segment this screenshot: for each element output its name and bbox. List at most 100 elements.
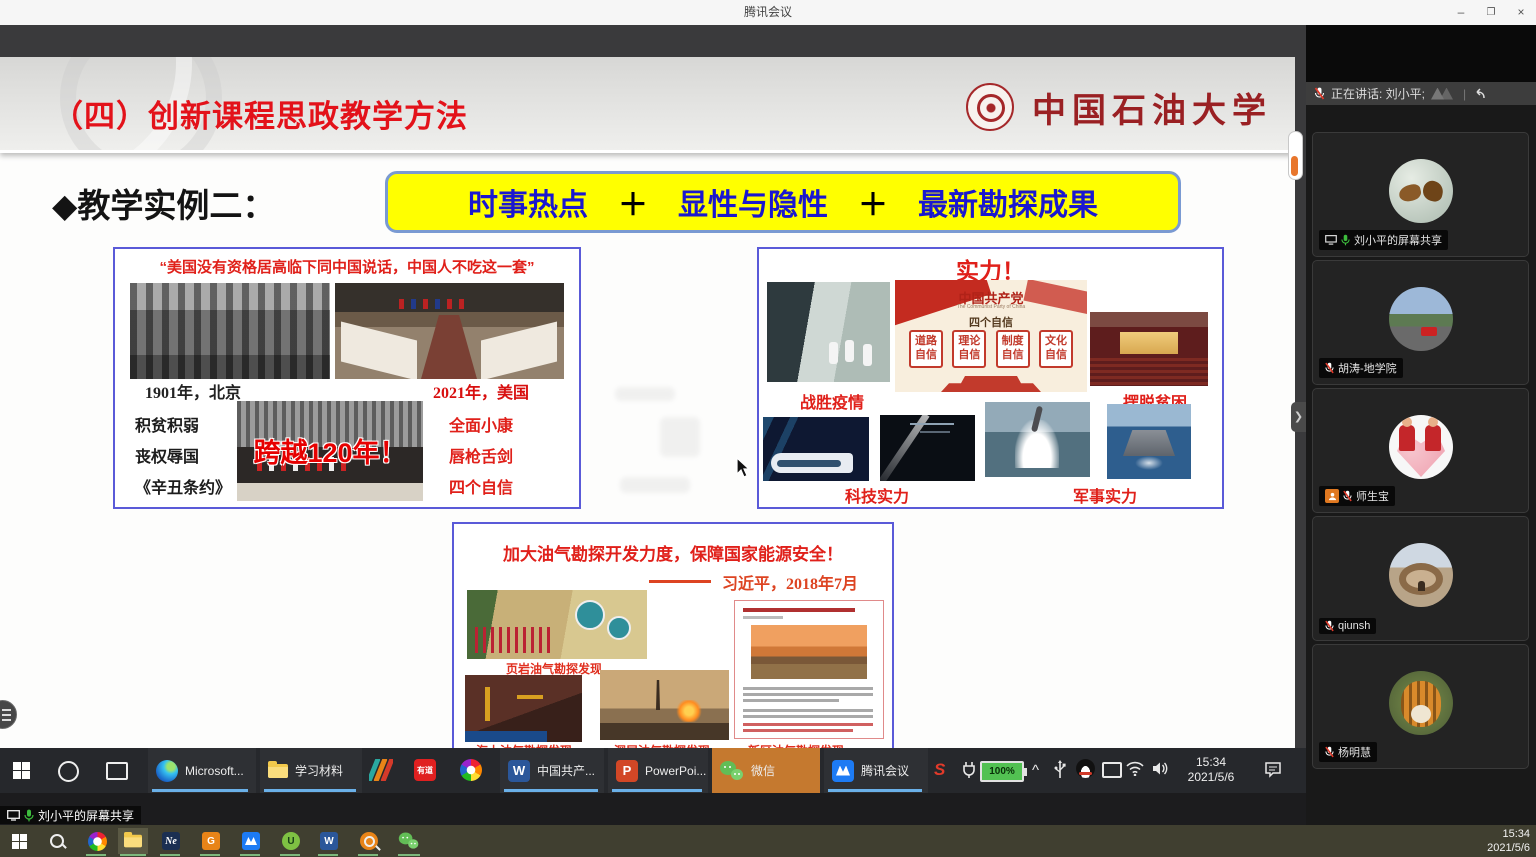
taskbar-app-wechat[interactable]: 微信	[712, 748, 820, 793]
task-view-button[interactable]	[106, 762, 128, 780]
usb-icon[interactable]	[1054, 760, 1066, 780]
close-button[interactable]: ×	[1506, 0, 1536, 25]
video-tile[interactable]: 师生宝	[1312, 388, 1529, 513]
epidemic-label: 战胜疫情	[800, 389, 864, 413]
university-name: 中国石油大学	[1032, 83, 1272, 132]
battery-indicator[interactable]: 100%	[980, 761, 1027, 782]
taskbar-app-stripes[interactable]	[368, 757, 394, 783]
watermark-smudge	[620, 477, 690, 493]
tile-label: 胡涛-地学院	[1319, 358, 1403, 378]
wifi-icon[interactable]	[1126, 761, 1144, 776]
taskbar2-ne-app[interactable]: Ne	[158, 828, 184, 854]
taskbar-app-word[interactable]: W 中国共产...	[500, 748, 604, 793]
word-icon: W	[320, 832, 338, 850]
pinwheel-browser-icon	[460, 759, 482, 781]
tencent-meeting-icon	[242, 832, 260, 850]
photo-maglev-train	[763, 417, 869, 481]
video-tile-presenter[interactable]: 刘小平的屏幕共享	[1312, 132, 1529, 257]
avatar	[1389, 415, 1453, 479]
stripes-icon	[369, 759, 393, 781]
avatar	[1389, 543, 1453, 607]
slide-title: （四）创新课程思政教学方法	[52, 91, 468, 136]
screen: 腾讯会议 – ❐ × （四）创新课程思政教学方法 中国石油大学 ◆教学实例二： …	[0, 0, 1536, 857]
edge-icon	[156, 760, 178, 782]
formula-item: 显性与隐性	[678, 180, 828, 224]
scrollbar-thumb[interactable]	[1291, 156, 1298, 176]
word-icon: W	[508, 760, 530, 782]
separator: |	[1463, 87, 1466, 101]
presentation-slide: （四）创新课程思政教学方法 中国石油大学 ◆教学实例二： 时事热点 ＋ 显性与隐…	[0, 57, 1295, 748]
mic-muted-icon	[1343, 490, 1352, 502]
energy-title: 加大油气勘探开发力度，保障国家能源安全！	[454, 540, 892, 565]
news-article	[734, 600, 884, 739]
taskbar-app-meeting[interactable]: 腾讯会议	[824, 748, 928, 793]
search-button[interactable]	[44, 828, 70, 854]
qq-icon[interactable]	[1076, 759, 1095, 778]
video-tile[interactable]: 胡涛-地学院	[1312, 260, 1529, 385]
university-seal-icon	[966, 83, 1014, 131]
video-tile[interactable]: qiunsh	[1312, 516, 1529, 641]
start-button-2[interactable]	[6, 828, 32, 854]
youdao-icon: 有道	[414, 759, 436, 781]
taskbar-app-browser[interactable]	[458, 757, 484, 783]
tray-chevron-icon[interactable]: ^	[1032, 762, 1039, 779]
running-indicator	[280, 854, 300, 856]
window-bottom-strip	[0, 793, 1306, 825]
taskbar2-utorrent[interactable]: U	[278, 828, 304, 854]
taskbar2-browser[interactable]	[84, 828, 110, 854]
speaking-text: 正在讲话: 刘小平;	[1331, 85, 1425, 102]
four-confidences-label: 四个自信	[895, 314, 1087, 330]
taskbar2-g-app[interactable]: G	[198, 828, 224, 854]
taskbar2-search-tool[interactable]	[356, 828, 382, 854]
watermark-smudge	[615, 387, 675, 401]
minimize-button[interactable]: –	[1446, 0, 1476, 25]
sidebar-collapse-button[interactable]: ❯	[1291, 402, 1306, 432]
tencent-meeting-icon	[832, 760, 854, 782]
mic-on-icon	[24, 809, 34, 822]
photo-drilling-rig	[465, 675, 582, 742]
screen-share-indicator[interactable]: 刘小平的屏幕共享	[0, 806, 141, 824]
taskbar-app-folder[interactable]: 学习材料	[260, 748, 362, 793]
speaker-icon[interactable]	[1152, 761, 1169, 776]
running-indicator	[200, 854, 220, 856]
device-icon[interactable]	[1102, 762, 1122, 778]
photo-aircraft-carrier	[1107, 404, 1191, 479]
taskbar2-wechat[interactable]	[396, 828, 422, 854]
running-indicator	[318, 854, 338, 856]
taskbar2-clock[interactable]: 15:342021/5/6	[1487, 827, 1530, 855]
sogou-input-icon[interactable]: S	[934, 760, 945, 780]
photo-1901-beijing	[130, 283, 330, 379]
window-titlebar: 腾讯会议 – ❐ ×	[0, 0, 1536, 26]
tray-clock[interactable]: 15:342021/5/6	[1178, 755, 1244, 785]
watermark-smudge	[660, 417, 700, 457]
notification-center-icon[interactable]	[1264, 760, 1282, 778]
speaking-banner: 正在讲话: 刘小平; |	[1306, 82, 1536, 105]
video-tile[interactable]: 杨明慧	[1312, 644, 1529, 769]
us-china-panel: “美国没有资格居高临下同中国说话，中国人不吃这一套” 1901年，北京 2021…	[113, 247, 581, 509]
tile-label: 师生宝	[1319, 486, 1395, 506]
power-plug-icon[interactable]	[962, 761, 976, 779]
active-underline	[264, 789, 356, 792]
taskbar2-meeting[interactable]	[238, 828, 264, 854]
local-taskbar: Ne G U W 15:342021/5/6	[0, 825, 1536, 857]
photo-2021-talks	[335, 283, 564, 379]
running-indicator	[240, 854, 260, 856]
start-button[interactable]	[8, 757, 34, 783]
slide-header-band: （四）创新课程思政教学方法 中国石油大学	[0, 57, 1295, 153]
taskbar2-explorer[interactable]	[118, 828, 148, 854]
shared-screen-area: （四）创新课程思政教学方法 中国石油大学 ◆教学实例二： 时事热点 ＋ 显性与隐…	[0, 25, 1306, 793]
g-app-icon: G	[202, 832, 220, 850]
scrollbar[interactable]	[1288, 131, 1303, 180]
taskbar-app-edge[interactable]: Microsoft...	[148, 748, 256, 793]
photo-missile-launch	[985, 402, 1090, 477]
taskbar-app-youdao[interactable]: 有道	[412, 757, 438, 783]
cortana-button[interactable]	[58, 761, 79, 782]
avatar	[1389, 159, 1453, 223]
confidence-boxes: 道路自信 理论自信 制度自信 文化自信	[909, 330, 1073, 368]
back-arrow-icon[interactable]	[1472, 88, 1486, 100]
active-underline	[612, 789, 702, 792]
taskbar-app-powerpoint[interactable]: P PowerPoi...	[608, 748, 708, 793]
maximize-button[interactable]: ❐	[1476, 0, 1506, 25]
taskbar2-word[interactable]: W	[316, 828, 342, 854]
window-title: 腾讯会议	[0, 0, 1536, 25]
